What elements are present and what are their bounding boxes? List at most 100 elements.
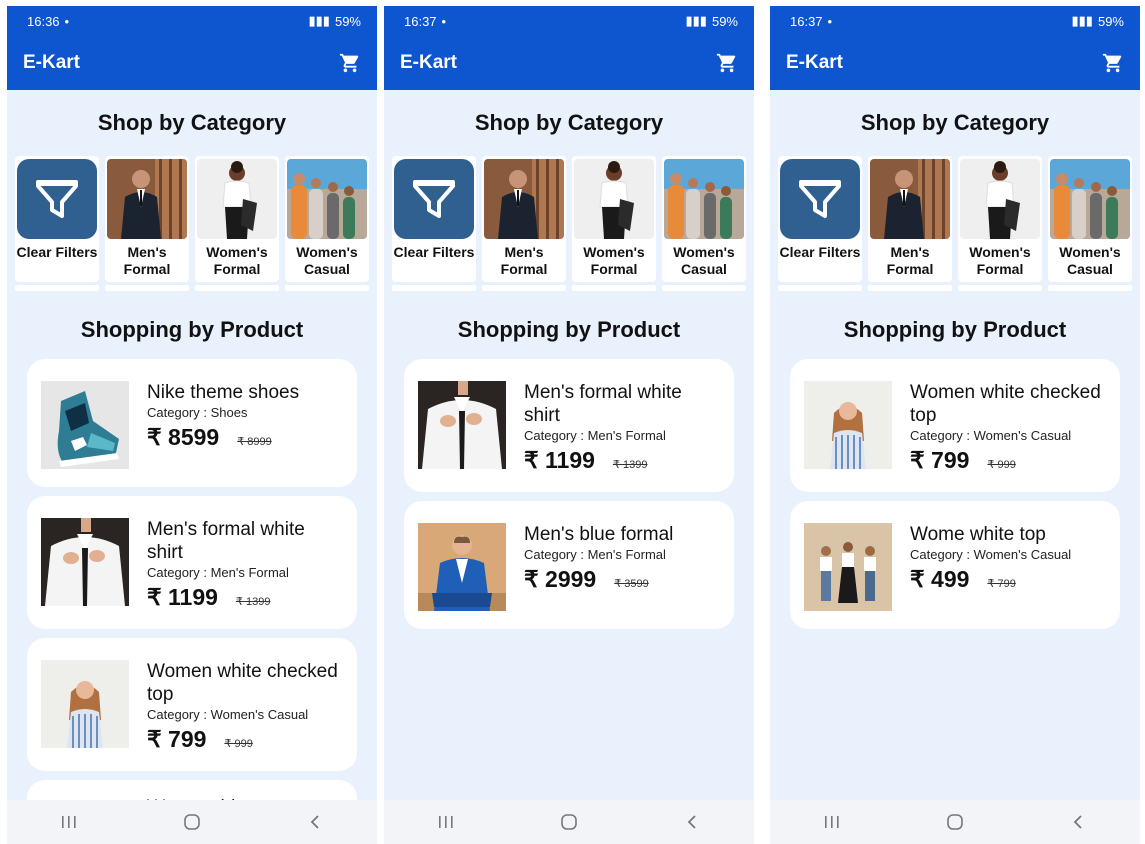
category-card-next-row: [778, 285, 862, 291]
system-nav-bar: [770, 800, 1140, 844]
category-label: Women's Casual: [1059, 244, 1121, 277]
filter-icon: [394, 159, 474, 239]
category-row: Clear Filters Men's Formal Women's Formal W…: [384, 156, 754, 282]
blue-suit-photo: [418, 523, 506, 611]
product-price: ₹ 499: [910, 566, 970, 592]
phone-screen: 16:37 • ▮▮▮ 59% E-Kart Shop by Category C…: [384, 6, 754, 844]
battery-level: 59%: [1097, 13, 1124, 29]
category-card-next-row: [105, 285, 189, 291]
womens-casual-photo: [287, 159, 367, 239]
product-card[interactable]: Men's formal white shirt Category : Men'…: [404, 359, 734, 492]
product-old-price: ₹ 1399: [612, 459, 648, 471]
womens-casual-photo: [664, 159, 744, 239]
category-card-next-row: [572, 285, 656, 291]
category-card[interactable]: Clear Filters: [778, 156, 862, 282]
system-nav-bar: [7, 800, 377, 844]
product-price: ₹ 8599: [147, 424, 220, 450]
status-dot-icon: •: [64, 13, 70, 29]
category-label: Clear Filters: [393, 244, 475, 260]
filter-icon: [17, 159, 97, 239]
category-card[interactable]: Men's Formal: [105, 156, 189, 282]
product-category: Category : Women's Casual: [147, 707, 309, 722]
category-card[interactable]: Women's Formal: [958, 156, 1042, 282]
product-section-title: Shopping by Product: [457, 317, 681, 342]
product-category: Category : Men's Formal: [524, 428, 666, 443]
category-card-next-row: [195, 285, 279, 291]
category-card[interactable]: Men's Formal: [868, 156, 952, 282]
category-card[interactable]: Clear Filters: [15, 156, 99, 282]
product-name: Nike theme shoes: [147, 382, 300, 403]
status-dot-icon: •: [441, 13, 447, 29]
product-price: ₹ 1199: [147, 584, 218, 610]
recent-apps-icon[interactable]: [426, 807, 466, 837]
category-card[interactable]: Women's Casual: [285, 156, 369, 282]
back-icon[interactable]: [295, 807, 335, 837]
app-bar: E-Kart: [770, 36, 1140, 90]
back-icon[interactable]: [1058, 807, 1098, 837]
product-category: Category : Shoes: [147, 405, 248, 420]
category-label: Clear Filters: [779, 244, 861, 260]
status-bar: 16:36 • ▮▮▮ 59%: [7, 6, 377, 36]
category-label: Women's Formal: [969, 244, 1031, 277]
signal-icon: ▮▮▮: [308, 13, 330, 28]
category-card[interactable]: Women's Formal: [195, 156, 279, 282]
category-section-title: Shop by Category: [860, 110, 1050, 135]
cart-icon[interactable]: [339, 52, 361, 74]
product-list: Men's formal white shirt Category : Men'…: [384, 359, 754, 629]
product-name: Women white checked top: [147, 661, 338, 705]
white-shirt-photo: [418, 381, 506, 469]
home-icon[interactable]: [549, 807, 589, 837]
category-card[interactable]: Women's Casual: [1048, 156, 1132, 282]
womens-formal-photo: [574, 159, 654, 239]
cart-icon[interactable]: [716, 52, 738, 74]
home-icon[interactable]: [935, 807, 975, 837]
womens-formal-photo: [960, 159, 1040, 239]
product-price: ₹ 799: [147, 726, 207, 752]
product-old-price: ₹ 8999: [237, 436, 272, 448]
shoe-photo: [41, 381, 129, 469]
product-card[interactable]: Women white checked top Category : Women…: [790, 359, 1120, 492]
product-old-price: ₹ 999: [224, 738, 253, 750]
product-list: Women white checked top Category : Women…: [770, 359, 1140, 629]
recent-apps-icon[interactable]: [812, 807, 852, 837]
product-card[interactable]: Wome white top Category : Women's Casual…: [790, 501, 1120, 629]
product-card[interactable]: Men's blue formal Category : Men's Forma…: [404, 501, 734, 629]
product-card[interactable]: Women white checked top Category : Women…: [27, 638, 357, 771]
white-top-group-photo: [804, 523, 892, 611]
recent-apps-icon[interactable]: [49, 807, 89, 837]
product-name: Wome white top: [910, 524, 1046, 545]
status-bar: 16:37 • ▮▮▮ 59%: [384, 6, 754, 36]
product-category: Category : Men's Formal: [147, 565, 289, 580]
category-card-next-row: [482, 285, 566, 291]
category-card[interactable]: Men's Formal: [482, 156, 566, 282]
cart-icon[interactable]: [1102, 52, 1124, 74]
status-bar: 16:37 • ▮▮▮ 59%: [770, 6, 1140, 36]
category-label: Men's Formal: [886, 244, 934, 277]
system-nav-bar: [384, 800, 754, 844]
product-card[interactable]: Men's formal white shirt Category : Men'…: [27, 496, 357, 629]
app-title: E-Kart: [786, 52, 844, 73]
product-category: Category : Women's Casual: [910, 428, 1072, 443]
category-section-title: Shop by Category: [97, 110, 287, 135]
product-name: Women white checked top: [910, 382, 1101, 426]
home-icon[interactable]: [172, 807, 212, 837]
mens-formal-photo: [107, 159, 187, 239]
battery-level: 59%: [334, 13, 361, 29]
category-row-2: [770, 285, 1140, 291]
back-icon[interactable]: [672, 807, 712, 837]
app-title: E-Kart: [400, 52, 458, 73]
product-old-price: ₹ 1399: [235, 596, 271, 608]
mens-formal-photo: [484, 159, 564, 239]
product-card[interactable]: Nike theme shoes Category : Shoes ₹ 8599…: [27, 359, 357, 487]
category-card[interactable]: Clear Filters: [392, 156, 476, 282]
category-card[interactable]: Women's Casual: [662, 156, 746, 282]
product-old-price: ₹ 999: [987, 459, 1016, 471]
womens-formal-photo: [197, 159, 277, 239]
category-label: Clear Filters: [16, 244, 98, 260]
category-card-next-row: [662, 285, 746, 291]
category-label: Women's Formal: [206, 244, 268, 277]
category-card-next-row: [1048, 285, 1132, 291]
product-old-price: ₹ 799: [987, 578, 1016, 590]
signal-icon: ▮▮▮: [1071, 13, 1093, 28]
category-card[interactable]: Women's Formal: [572, 156, 656, 282]
